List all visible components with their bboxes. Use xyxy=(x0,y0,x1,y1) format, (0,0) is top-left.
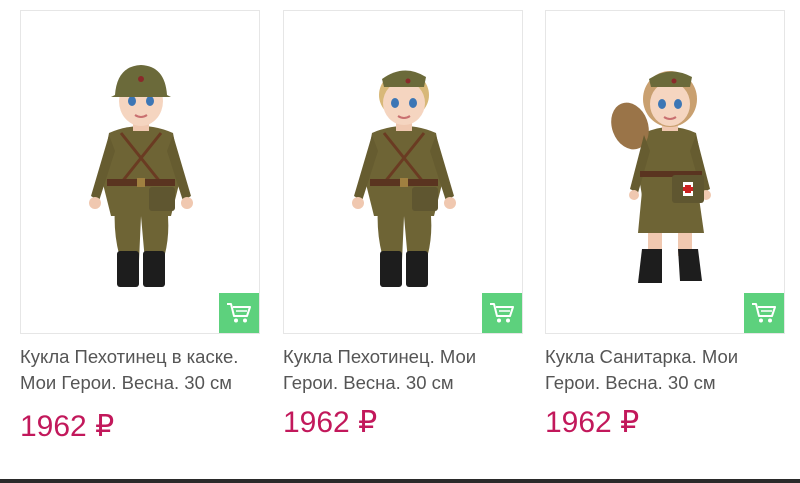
page-bottom-border xyxy=(0,479,800,483)
product-title[interactable]: Кукла Пехотинец в каске. Мои Герои. Весн… xyxy=(20,344,240,396)
product-image[interactable] xyxy=(545,10,785,334)
doll-infantryman-helmet-image xyxy=(89,65,193,287)
product-image[interactable] xyxy=(283,10,523,334)
product-price: 1962 ₽ xyxy=(545,406,640,439)
product-card[interactable]: Кукла Пехотинец. Мои Герои. Весна. 30 см… xyxy=(283,10,523,440)
cart-icon xyxy=(752,303,776,323)
doll-nurse-image xyxy=(611,71,711,283)
product-card[interactable]: Кукла Санитарка. Мои Герои. Весна. 30 см… xyxy=(545,10,785,440)
product-card[interactable]: Кукла Пехотинец в каске. Мои Герои. Весн… xyxy=(20,10,260,444)
doll-infantryman-image xyxy=(352,70,456,287)
cart-icon xyxy=(490,303,514,323)
cart-icon xyxy=(227,303,251,323)
add-to-cart-button[interactable] xyxy=(482,293,522,333)
product-image[interactable] xyxy=(20,10,260,334)
product-title[interactable]: Кукла Санитарка. Мои Герои. Весна. 30 см xyxy=(545,344,765,396)
add-to-cart-button[interactable] xyxy=(219,293,259,333)
product-price: 1962 ₽ xyxy=(283,406,378,439)
product-price: 1962 ₽ xyxy=(20,410,115,443)
product-title[interactable]: Кукла Пехотинец. Мои Герои. Весна. 30 см xyxy=(283,344,503,396)
add-to-cart-button[interactable] xyxy=(744,293,784,333)
